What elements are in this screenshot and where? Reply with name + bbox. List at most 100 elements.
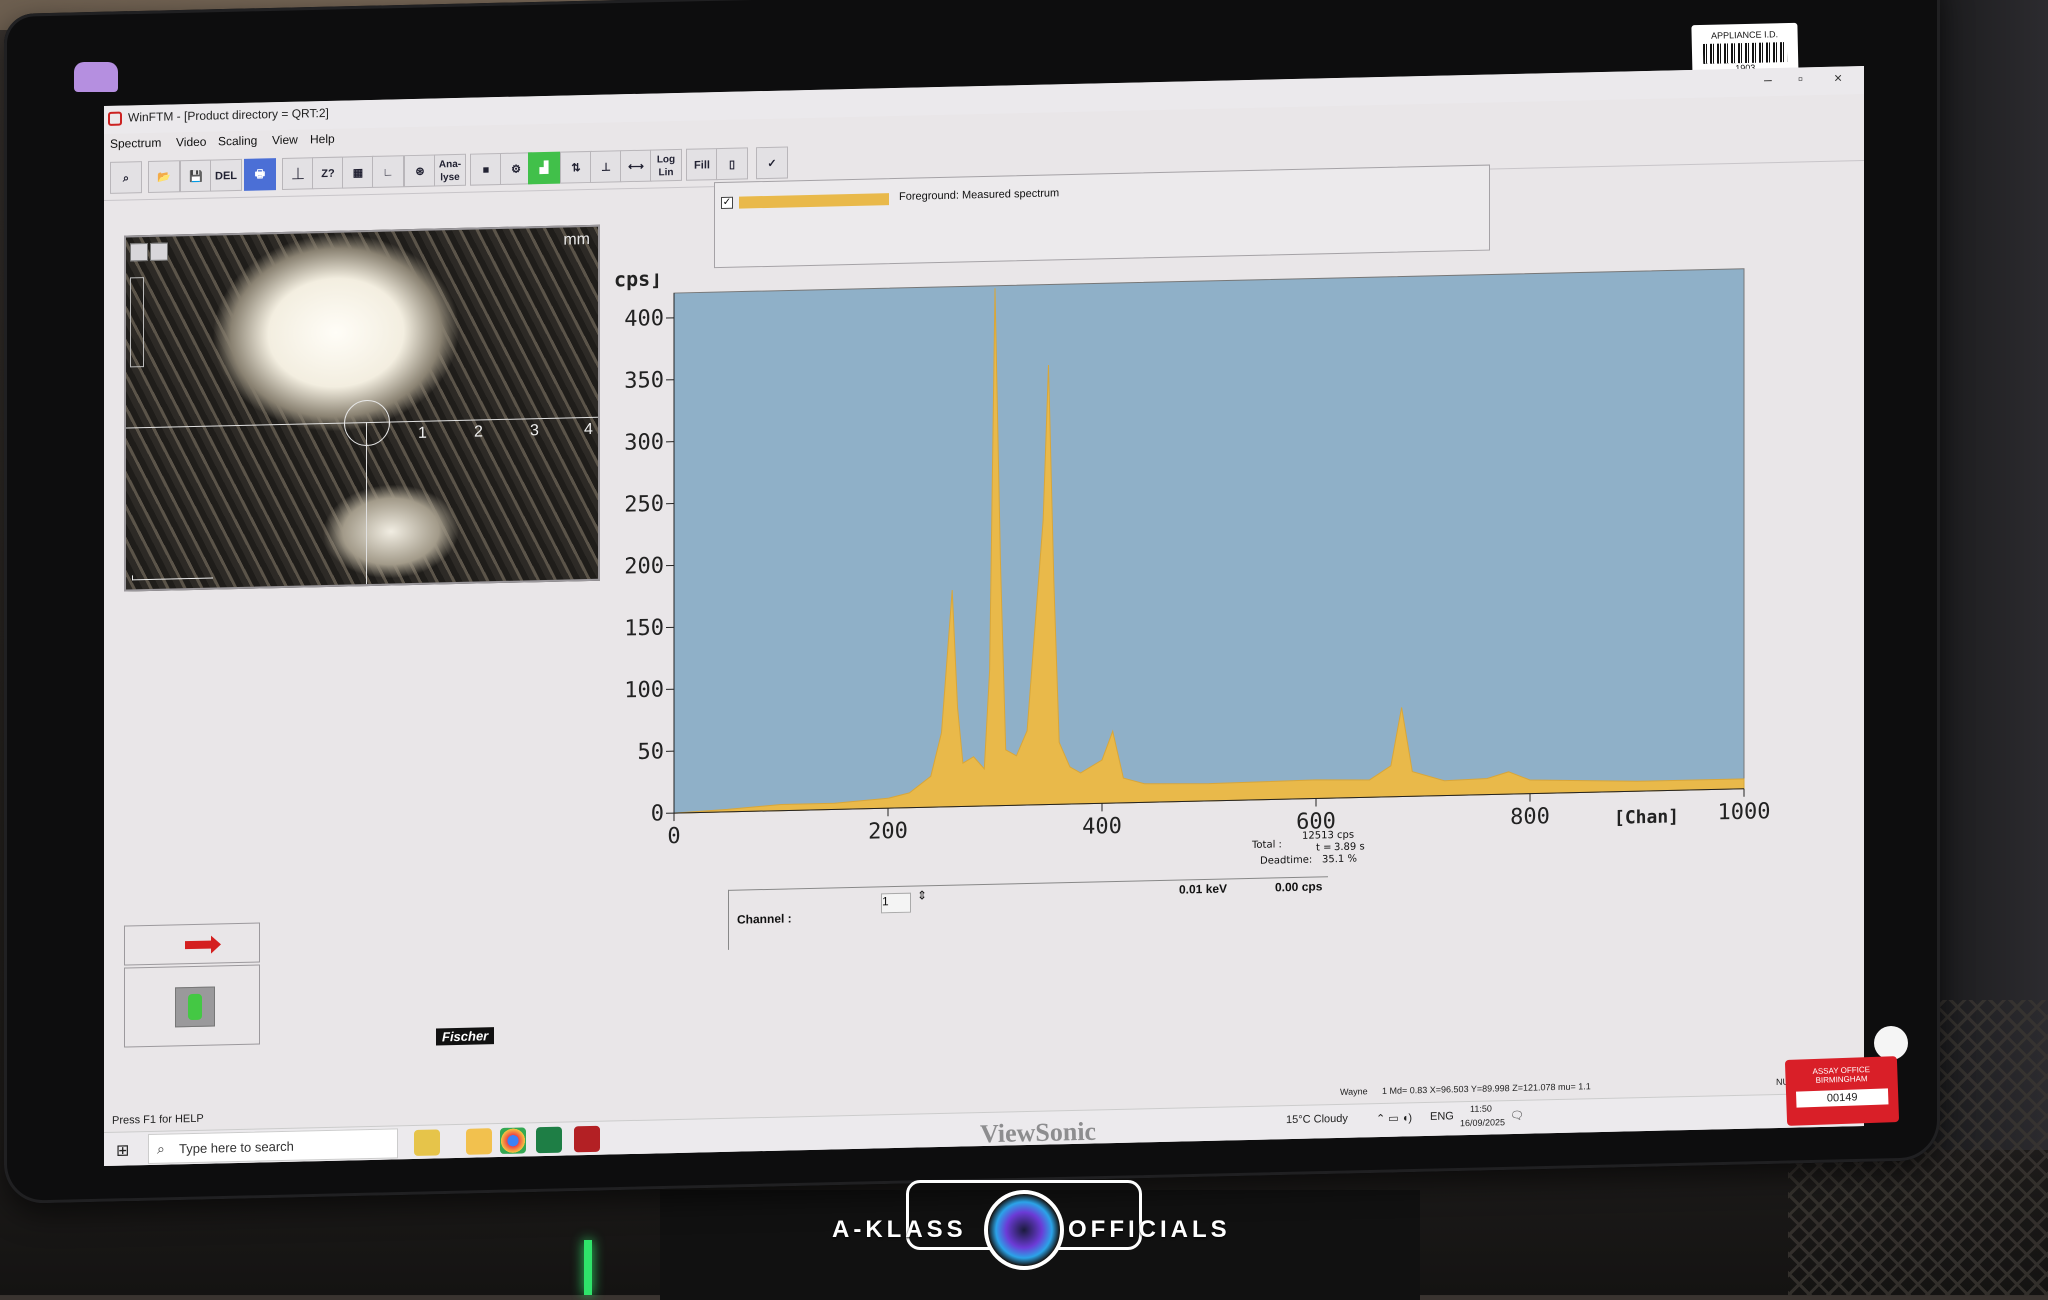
clock-time[interactable]: 11:50 [1470, 1104, 1492, 1114]
system-tray-icons[interactable]: ⌃ ▭ ◖) [1376, 1111, 1412, 1125]
winftm-taskbar-icon[interactable] [574, 1126, 600, 1153]
help-hint: Press F1 for HELP [112, 1113, 204, 1127]
element-search-icon[interactable]: ⊛ [404, 154, 436, 187]
channel-label: Channel : [737, 911, 792, 926]
camera-lens-icon [984, 1190, 1064, 1270]
maximize-button[interactable]: ▫ [1798, 70, 1803, 86]
appliance-title: APPLIANCE I.D. [1691, 23, 1797, 41]
spectrum-chart[interactable]: 0501001502002503003504000200400600800100… [614, 248, 1774, 894]
spectrum-view-icon[interactable]: ▟ [528, 152, 560, 185]
x-tick-label: 0 [667, 824, 680, 849]
chrome-icon[interactable] [500, 1127, 526, 1154]
fill-button[interactable]: Fill [686, 148, 718, 181]
save-icon[interactable]: 💾 [180, 160, 212, 193]
excel-icon[interactable] [536, 1127, 562, 1154]
copilot-icon[interactable] [414, 1129, 440, 1156]
grid-toggle-icon[interactable] [130, 243, 148, 261]
notifications-icon[interactable]: 🗨 [1510, 1109, 1524, 1122]
camera-view: mm 1 2 3 4 [124, 225, 600, 592]
scale-tick: 1 [418, 425, 427, 443]
scale-bar [132, 574, 213, 581]
y-tick-label: 150 [624, 616, 664, 642]
close-button[interactable]: × [1834, 70, 1842, 86]
arrow-right-icon[interactable] [185, 940, 215, 949]
barcode [1703, 42, 1787, 64]
print-icon[interactable]: 🖶 [244, 158, 276, 191]
y-tick-label: 100 [624, 677, 664, 703]
peak-marker-icon[interactable]: ⏊ [282, 157, 314, 190]
file-explorer-icon[interactable] [466, 1128, 492, 1155]
axis-icon[interactable]: ∟ [372, 155, 404, 188]
y-tick-label: 350 [624, 368, 664, 394]
windows-start-icon[interactable]: ⊞ [116, 1140, 129, 1160]
channel-spinner-icon[interactable]: ⇕ [917, 888, 927, 902]
total-label: Total : [1252, 839, 1282, 851]
toy-figure [74, 62, 118, 92]
channel-panel: Channel : 1 ⇕ 0.01 keV 0.00 cps [728, 876, 1328, 950]
watermark: A-KLASS OFFICIALS [832, 1176, 1216, 1266]
scale-tick: 4 [584, 421, 593, 439]
minimize-button[interactable]: – [1764, 71, 1772, 87]
camera-settings-icon[interactable] [150, 243, 168, 261]
weather-widget[interactable]: 15°C Cloudy [1286, 1113, 1348, 1126]
power-button[interactable] [1874, 1026, 1908, 1060]
search-icon: ⌕ [157, 1141, 165, 1158]
total-cps: 12513 cps [1302, 830, 1354, 842]
deadtime-value: 35.1 % [1322, 854, 1357, 866]
periodic-table-icon[interactable]: ▦ [342, 156, 374, 189]
y-axis-label: [cps] [614, 266, 662, 291]
stage-coordinates: 1 Md= 0.83 X=96.503 Y=89.998 Z=121.078 m… [1382, 1081, 1591, 1096]
scale-x-icon[interactable]: ⟷ [620, 150, 652, 183]
zoom-icon[interactable]: ⌕ [110, 161, 142, 194]
deadtime-label: Deadtime: [1260, 855, 1312, 867]
legend-label: Foreground: Measured spectrum [899, 187, 1059, 203]
delete-icon[interactable]: DEL [210, 159, 242, 192]
menu-view[interactable]: View [272, 133, 298, 148]
element-z-icon[interactable]: Z? [312, 157, 344, 190]
watermark-left: A-KLASS [832, 1216, 967, 1244]
window-title: WinFTM - [Product directory = QRT:2] [128, 106, 329, 125]
search-box[interactable]: ⌕ Type here to search [148, 1128, 398, 1164]
clock-date[interactable]: 16/09/2025 [1460, 1117, 1505, 1128]
assay-number: 00149 [1796, 1088, 1889, 1107]
run-measurement-button[interactable] [175, 986, 215, 1027]
x-tick-label: 200 [868, 819, 908, 845]
plot-area [674, 269, 1744, 813]
menu-help[interactable]: Help [310, 132, 335, 147]
user-name: Wayne [1340, 1086, 1368, 1097]
y-tick-label: 300 [624, 430, 664, 456]
y-tick-label: 400 [624, 306, 664, 332]
zoom-slider[interactable] [130, 277, 144, 367]
scale-tick: 3 [530, 422, 539, 440]
channel-input[interactable]: 1 [881, 893, 911, 914]
legend-checkbox[interactable]: ✓ [721, 197, 733, 209]
screen: WinFTM - [Product directory = QRT:2] – ▫… [104, 66, 1864, 1166]
scale-reset-icon[interactable]: ⊥ [590, 150, 622, 183]
x-tick-label: 800 [1510, 804, 1550, 830]
x-tick-label: 1000 [1718, 799, 1771, 825]
menu-spectrum[interactable]: Spectrum [110, 136, 161, 151]
watermark-right: OFFICIALS [1068, 1216, 1231, 1244]
stop-icon[interactable]: ■ [470, 153, 502, 186]
camera-unit: mm [563, 231, 590, 250]
log-lin-button[interactable]: Log Lin [650, 149, 682, 182]
scale-up-icon[interactable]: ⇅ [560, 151, 592, 184]
search-placeholder: Type here to search [179, 1139, 294, 1157]
y-tick-label: 250 [624, 492, 664, 518]
language-indicator[interactable]: ENG [1430, 1110, 1454, 1123]
open-folder-icon[interactable]: 📂 [148, 160, 180, 193]
analyse-button[interactable]: Ana- lyse [434, 154, 466, 187]
scale-tick: 2 [474, 423, 483, 441]
x-axis-label: [Chan] [1614, 806, 1679, 828]
menu-scaling[interactable]: Scaling [218, 134, 257, 149]
fischer-logo: Fischer [436, 1027, 494, 1045]
time-label: t = [1316, 842, 1331, 853]
start-measurement-box [124, 922, 260, 965]
rate-readout: 0.00 cps [1275, 879, 1322, 894]
checklist-icon[interactable]: ✓ [756, 146, 788, 179]
y-tick-label: 0 [651, 801, 664, 826]
exit-icon[interactable]: ▯ [716, 147, 748, 180]
y-tick-label: 200 [624, 554, 664, 580]
menu-video[interactable]: Video [176, 135, 206, 150]
crosshair-circle [344, 400, 390, 447]
